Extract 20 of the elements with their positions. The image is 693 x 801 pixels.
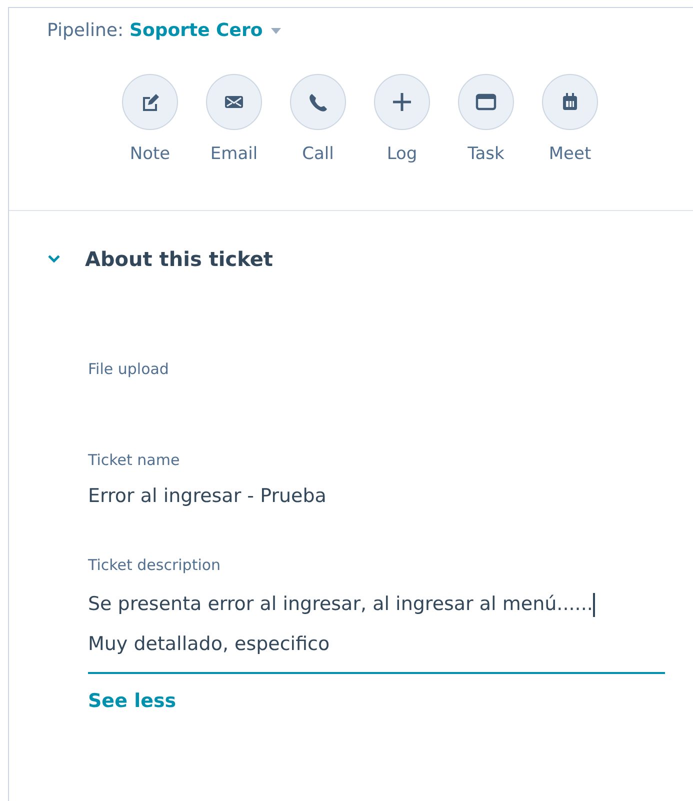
action-label: Call	[302, 144, 334, 164]
pipeline-dropdown[interactable]: Soporte Cero	[130, 20, 281, 41]
field-label: Ticket description	[88, 556, 221, 574]
action-label: Task	[468, 144, 504, 164]
action-label: Note	[130, 144, 170, 164]
text-cursor	[592, 592, 595, 617]
description-field[interactable]: Se presenta error al ingresar, al ingresar al menú...... Muy detallado, especifico	[88, 584, 665, 674]
field-label: File upload	[88, 360, 169, 378]
section-title: About this ticket	[85, 247, 273, 271]
action-label: Email	[210, 144, 258, 164]
field-label: Ticket name	[88, 451, 180, 469]
see-less-link[interactable]: See less	[88, 690, 176, 712]
field-value: Error al ingresar - Prueba	[88, 485, 326, 507]
pipeline-label: Pipeline:	[47, 20, 124, 41]
collapse-toggle[interactable]	[47, 254, 61, 264]
chevron-icon	[47, 254, 61, 264]
log-icon	[390, 90, 414, 114]
action-label: Meet	[548, 144, 592, 164]
action-label: Log	[386, 144, 418, 164]
caret-icon	[270, 28, 281, 34]
